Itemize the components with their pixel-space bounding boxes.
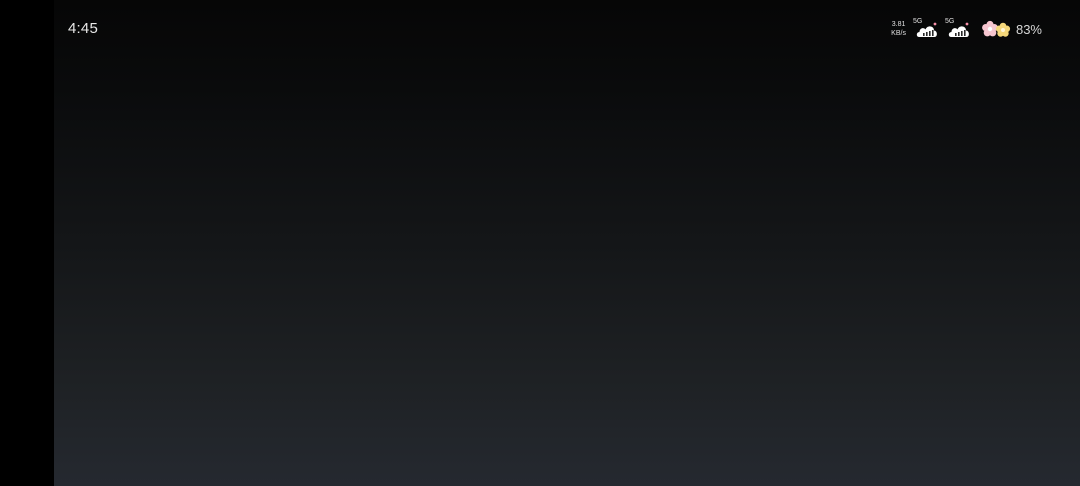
left-cutout-bar [0,0,54,486]
screen: 4:45 3.81 KB/s 5G 5G 83% [0,0,1080,486]
status-bar: 4:45 3.81 KB/s 5G 5G 83% [0,0,1080,60]
battery-percent: 83% [1015,21,1042,37]
network-speed-unit: KB/s [891,30,906,37]
status-clock: 4:45 [68,20,98,37]
blank-content-area [54,0,1080,486]
sim1-signal: 5G [913,17,941,41]
status-icons: 3.81 KB/s 5G 5G 83% [891,16,1042,42]
network-speed: 3.81 KB/s [891,20,906,38]
network-speed-value: 3.81 [891,21,906,28]
battery-indicator: 83% [981,19,1042,39]
cloud-signal-icon [948,22,969,37]
cloud-signal-icon [916,22,937,37]
flower-battery-icon [982,20,1011,37]
sim2-signal: 5G [945,17,973,41]
